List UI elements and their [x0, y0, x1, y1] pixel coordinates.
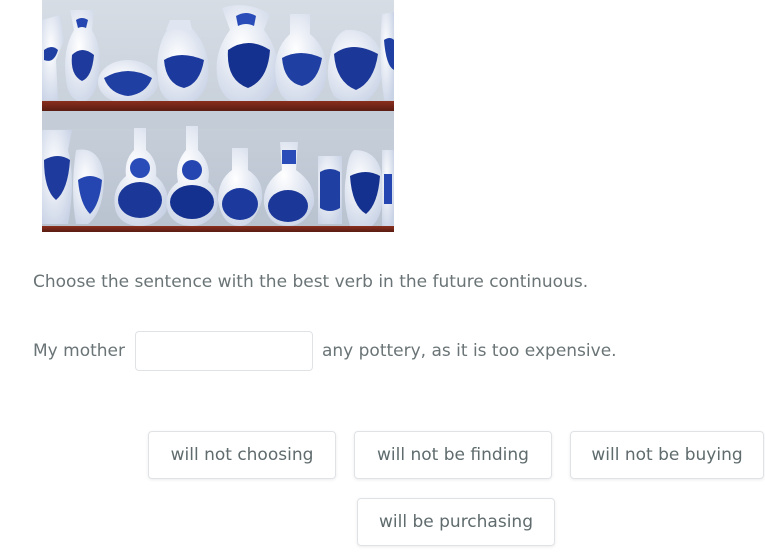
option-will-not-choosing[interactable]: will not choosing: [148, 431, 336, 479]
instruction-text: Choose the sentence with the best verb i…: [33, 272, 589, 292]
answer-blank-dropzone[interactable]: [134, 331, 313, 371]
option-will-be-purchasing[interactable]: will be purchasing: [357, 498, 555, 546]
pottery-photo: [42, 0, 394, 232]
sentence-before-text: My mother: [33, 341, 125, 361]
option-will-not-be-finding[interactable]: will not be finding: [354, 431, 552, 479]
option-will-not-be-buying[interactable]: will not be buying: [570, 431, 764, 479]
sentence: My mother any pottery, as it is too expe…: [33, 330, 617, 372]
sentence-after-text: any pottery, as it is too expensive.: [321, 341, 617, 361]
